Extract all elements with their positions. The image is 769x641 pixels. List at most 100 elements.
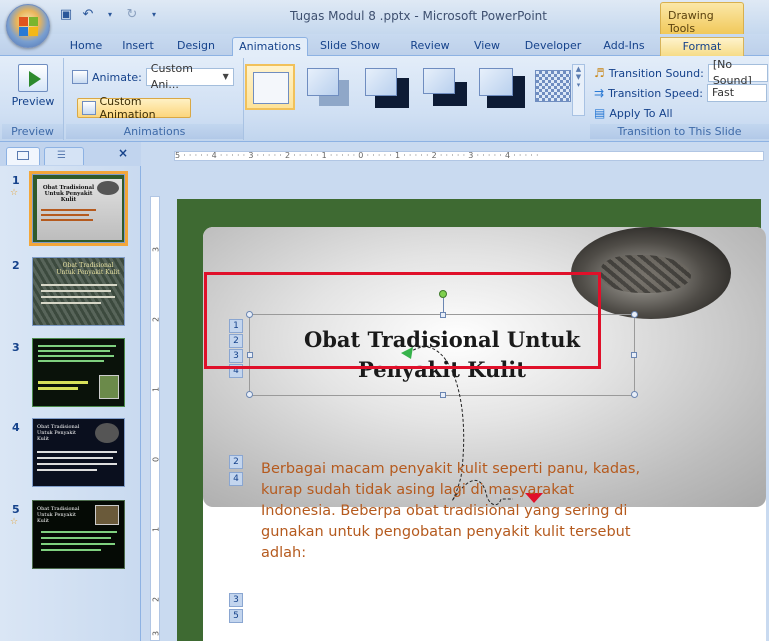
ruler-number: 1 xyxy=(151,386,161,393)
tab-add-ins[interactable]: Add-Ins xyxy=(600,37,648,56)
tab-animations[interactable]: Animations xyxy=(232,37,308,57)
ruler-number: 2 xyxy=(151,316,161,323)
outline-tab-icon: ☰ xyxy=(57,150,66,161)
animation-star-icon: ☆ xyxy=(10,188,19,198)
outline-tab[interactable]: ☰ xyxy=(44,147,84,165)
slide-thumb-1[interactable]: Obat Tradisional Untuk Penyakit Kulit xyxy=(32,174,125,243)
slide-number-4: 4 xyxy=(12,421,20,434)
slide-workspace: Obat Tradisional Untuk Penyakit Kulit 1 … xyxy=(171,166,769,641)
apply-to-all-label: Apply To All xyxy=(609,106,673,120)
animate-label: Animate: xyxy=(92,70,142,84)
tab-slide-show[interactable]: Slide Show xyxy=(318,37,382,56)
office-logo-icon xyxy=(19,17,39,37)
undo-icon[interactable]: ↶ xyxy=(80,7,96,23)
preview-group-label: Preview xyxy=(2,124,63,139)
customize-qat-icon[interactable]: ▾ xyxy=(146,7,162,23)
transition-fade-thumb[interactable] xyxy=(303,64,353,110)
transition-speed-dropdown[interactable]: Fast xyxy=(706,84,767,102)
animate-value: Custom Ani... xyxy=(150,62,193,91)
animation-star-icon: ☆ xyxy=(10,517,19,527)
drawing-tools-label: Drawing Tools xyxy=(668,9,714,35)
animations-group-label: Animations xyxy=(66,124,243,139)
tab-insert[interactable]: Insert xyxy=(118,37,158,56)
animate-dropdown[interactable]: Custom Ani... ▼ xyxy=(145,62,234,91)
quick-access-toolbar: ▣ ↶ ▾ ↻ ▾ xyxy=(58,5,162,25)
slides-tab[interactable] xyxy=(6,147,40,165)
transition-speed-row: ⇉ Transition Speed: Fast xyxy=(594,84,767,102)
undo-dropdown-icon[interactable]: ▾ xyxy=(102,7,118,23)
ruler-number: 0 xyxy=(151,456,161,463)
title-bar: ▣ ↶ ▾ ↻ ▾ Tugas Modul 8 .pptx - Microsof… xyxy=(0,0,769,48)
ribbon: Preview Preview Animate: Custom Ani... ▼… xyxy=(0,56,769,142)
transition-group: ♬ Transition Sound: [No Sound] ⇉ Transit… xyxy=(590,58,769,140)
slide-canvas[interactable]: Obat Tradisional Untuk Penyakit Kulit 1 … xyxy=(177,199,766,641)
slide-thumb-5[interactable]: Obat Tradisional Untuk Penyakit Kulit xyxy=(32,500,125,569)
animation-tag[interactable]: 5 xyxy=(229,609,243,623)
ruler-number: 2 xyxy=(151,596,161,603)
ruler-number: 1 xyxy=(151,526,161,533)
transition-cut-thumb[interactable] xyxy=(419,64,469,110)
slides-panel: 1 ☆ Obat Tradisional Untuk Penyakit Kuli… xyxy=(0,166,141,641)
tab-format[interactable]: Format xyxy=(660,37,744,56)
slide-thumb-5-title: Obat Tradisional Untuk Penyakit Kulit xyxy=(37,506,80,524)
tab-home[interactable]: Home xyxy=(66,37,106,56)
slide-thumb-4[interactable]: Obat Tradisional Untuk Penyakit Kulit xyxy=(32,418,125,487)
animation-tag[interactable]: 2 xyxy=(229,455,243,469)
animation-tag[interactable]: 4 xyxy=(229,472,243,486)
transition-gallery xyxy=(243,58,571,122)
tab-view[interactable]: View xyxy=(470,37,504,56)
transition-none-thumb[interactable] xyxy=(245,64,295,110)
apply-to-all-button[interactable]: ▤ Apply To All xyxy=(594,106,673,120)
preview-icon xyxy=(18,64,48,92)
vertical-ruler-strip: 3 2 1 0 1 2 3 xyxy=(150,196,161,641)
slide-thumb-1-title: Obat Tradisional Untuk Penyakit Kulit xyxy=(42,185,95,203)
window-title: Tugas Modul 8 .pptx - Microsoft PowerPoi… xyxy=(290,9,547,23)
resize-handle[interactable] xyxy=(631,352,637,358)
transition-speed-value: Fast xyxy=(711,86,735,99)
transition-speed-label: Transition Speed: xyxy=(608,86,703,100)
preview-button[interactable]: Preview xyxy=(6,64,60,108)
transition-group-label: Transition to This Slide xyxy=(590,124,769,139)
office-button[interactable] xyxy=(6,4,50,48)
tab-developer[interactable]: Developer xyxy=(524,37,582,56)
sound-icon: ♬ xyxy=(594,66,605,80)
transition-sound-dropdown[interactable]: [No Sound] xyxy=(707,58,768,87)
preview-group: Preview Preview xyxy=(2,58,64,140)
transition-sound-row: ♬ Transition Sound: [No Sound] xyxy=(594,58,768,87)
animate-row: Animate: Custom Ani... ▼ xyxy=(72,62,234,91)
transition-cut-black-thumb[interactable] xyxy=(477,64,527,110)
highlight-box xyxy=(204,272,601,369)
panel-tabs: ☰ × xyxy=(0,142,141,166)
horizontal-ruler: 5 · · · · · 4 · · · · · 3 · · · · · 2 · … xyxy=(141,142,769,166)
gallery-scroll[interactable]: ▲ ▼ ▾ xyxy=(572,64,585,116)
slide-thumb-3[interactable] xyxy=(32,338,125,407)
slide-thumb-1-body: Obat Tradisional Untuk Penyakit Kulit xyxy=(37,179,122,240)
tab-design[interactable]: Design xyxy=(174,37,218,56)
slide-number-3: 3 xyxy=(12,341,20,354)
resize-handle[interactable] xyxy=(631,391,638,398)
custom-animation-button[interactable]: Custom Animation xyxy=(77,95,191,121)
preview-button-label: Preview xyxy=(11,95,55,108)
transition-fade-black-thumb[interactable] xyxy=(361,64,411,110)
slide-thumb-4-title: Obat Tradisional Untuk Penyakit Kulit xyxy=(37,424,80,442)
animation-tag[interactable]: 3 xyxy=(229,593,243,607)
transition-sound-label: Transition Sound: xyxy=(608,66,704,80)
animations-group: Animate: Custom Ani... ▼ Custom Animatio… xyxy=(66,58,244,140)
resize-handle[interactable] xyxy=(246,391,253,398)
tab-review[interactable]: Review xyxy=(408,37,452,56)
drawing-tools-context-tab: Drawing Tools xyxy=(660,2,744,35)
slide-thumb-2-title: Obat Tradisional Untuk Penyakit Kulit xyxy=(56,262,120,276)
animate-icon xyxy=(72,70,88,84)
resize-handle[interactable] xyxy=(631,311,638,318)
save-icon[interactable]: ▣ xyxy=(58,7,74,23)
redo-icon[interactable]: ↻ xyxy=(124,7,140,23)
chevron-down-icon: ▼ xyxy=(222,72,229,81)
custom-animation-icon xyxy=(82,101,97,115)
slide-body-text[interactable]: Berbagai macam penyakit kulit seperti pa… xyxy=(261,459,641,564)
slide-thumb-2[interactable]: Obat Tradisional Untuk Penyakit Kulit xyxy=(32,257,125,326)
custom-animation-label: Custom Animation xyxy=(99,95,156,121)
close-panel-icon[interactable]: × xyxy=(118,146,128,160)
horizontal-ruler-scale: 5 · · · · · 4 · · · · · 3 · · · · · 2 · … xyxy=(174,151,764,161)
slide-number-1: 1 xyxy=(12,174,20,187)
slide-number-2: 2 xyxy=(12,259,20,272)
